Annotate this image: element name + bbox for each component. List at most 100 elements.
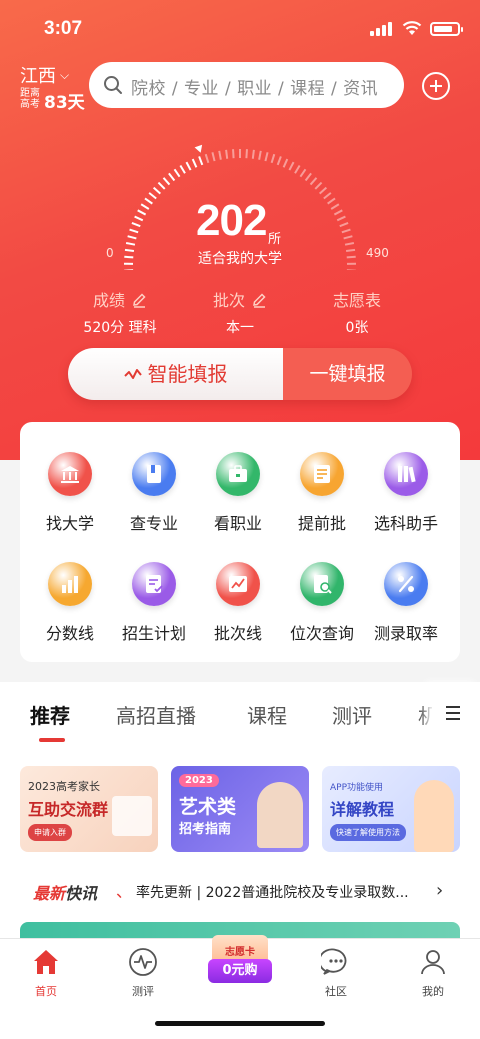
nav-community[interactable]: 社区 <box>296 947 376 999</box>
news-text: 率先更新 | 2022普通批院校及专业录取数... <box>136 885 409 901</box>
grid-icon-circle <box>216 562 260 606</box>
books-icon <box>398 466 416 483</box>
add-button[interactable] <box>422 72 450 100</box>
news-ticker[interactable]: 最新快讯 、 率先更新 | 2022普通批院校及专业录取数... › <box>0 876 480 906</box>
tab-live[interactable]: 高招直播 <box>116 700 196 729</box>
gauge-tick <box>276 156 282 166</box>
gauge-tick <box>148 192 157 200</box>
promo-zero-buy[interactable]: 志愿卡 0元购 <box>208 929 272 989</box>
grid-icon-circle <box>48 562 92 606</box>
grid-item-books[interactable]: 选科助手 <box>362 424 450 534</box>
gauge-tick <box>225 149 229 159</box>
gauge-tick <box>309 177 318 186</box>
zigzag-icon <box>123 369 142 379</box>
grid-item-rank-search[interactable]: 位次查询 <box>278 534 366 644</box>
gauge-tick <box>341 228 351 234</box>
wifi-icon <box>402 21 422 35</box>
nav-community-label: 社区 <box>325 985 347 998</box>
grid-icon-circle <box>48 452 92 496</box>
gauge-tick <box>211 152 216 162</box>
news-tag: 最新快讯 <box>33 880 97 904</box>
grid-icon-circle <box>216 452 260 496</box>
countdown-days: 83天 <box>44 93 85 113</box>
fill-actions: 智能填报 一键填报 <box>68 348 412 400</box>
stat-score[interactable]: 成绩 520分 理科 <box>50 287 190 337</box>
grid-item-plan[interactable]: 招生计划 <box>110 534 198 644</box>
chevron-right-icon[interactable]: › <box>436 880 443 901</box>
gauge-tick <box>137 209 147 216</box>
grid-item-label: 分数线 <box>45 624 94 643</box>
grid-icon-circle <box>132 562 176 606</box>
gauge-tick <box>270 153 276 164</box>
one-click-fill-button[interactable]: 一键填报 <box>283 348 412 400</box>
gauge-tick <box>294 164 301 174</box>
match-caption: 适合我的大学 <box>198 251 282 267</box>
banner-tutorial[interactable]: APP功能使用 详解教程 快速了解使用方法 <box>322 766 460 852</box>
tab-assess[interactable]: 测评 <box>332 700 372 729</box>
bar-chart-icon <box>62 576 78 593</box>
nav-mine[interactable]: 我的 <box>393 947 473 999</box>
search-input[interactable]: 院校 / 专业 / 职业 / 课程 / 资讯 <box>89 62 404 108</box>
grid-item-percent[interactable]: 测录取率 <box>362 534 450 644</box>
nav-home-label: 首页 <box>35 985 57 998</box>
rank-search-icon <box>314 575 332 594</box>
banner-parent-group[interactable]: 2023高考家长 互助交流群 申请入群 <box>20 766 158 852</box>
grid-item-university[interactable]: 找大学 <box>26 424 114 534</box>
grid-item-briefcase[interactable]: 看职业 <box>194 424 282 534</box>
grid-item-bar-chart[interactable]: 分数线 <box>26 534 114 644</box>
promo-card-label: 志愿卡 <box>225 947 255 958</box>
grid-icon-circle <box>300 562 344 606</box>
banner-button: 快速了解使用方法 <box>330 824 406 841</box>
signal-icon <box>370 22 392 36</box>
grid-icon-circle <box>384 452 428 496</box>
nav-assess[interactable]: 测评 <box>103 947 183 999</box>
gauge-tick <box>319 186 328 195</box>
region-selector[interactable]: 江西 ⌵ 距离 高考 83天 <box>20 62 85 113</box>
gauge-tick <box>330 203 340 210</box>
gauge-tick <box>336 215 346 222</box>
grid-icon-circle <box>300 452 344 496</box>
person-illustration <box>414 780 454 852</box>
tab-course[interactable]: 课程 <box>247 700 287 729</box>
match-count: 202 <box>196 196 267 245</box>
banner-text: APP功能使用 <box>330 783 384 793</box>
stat-score-value: 520分 理科 <box>83 320 157 336</box>
nav-home[interactable]: 首页 <box>6 947 86 999</box>
gauge-tick <box>125 242 136 246</box>
exam-countdown: 距离 高考 83天 <box>20 88 100 113</box>
nav-mine-label: 我的 <box>422 985 444 998</box>
stat-volunteer-form[interactable]: 志愿表 0张 <box>287 287 427 337</box>
gauge-tick <box>251 149 255 159</box>
pulse-icon <box>129 948 157 976</box>
menu-icon[interactable] <box>432 682 480 742</box>
gauge-tick <box>343 235 353 240</box>
smart-fill-button[interactable]: 智能填报 <box>68 348 283 400</box>
gauge-tick <box>204 153 210 164</box>
grid-item-checklist[interactable]: 提前批 <box>278 424 366 534</box>
tab-recommend[interactable]: 推荐 <box>30 700 70 729</box>
gauge-tick <box>282 158 289 168</box>
news-separator: 、 <box>116 882 133 901</box>
home-indicator <box>155 1021 325 1026</box>
banner-art-guide[interactable]: 2023 艺术类 招考指南 <box>171 766 309 852</box>
banner-title: 详解教程 <box>330 800 395 819</box>
gauge-tick <box>129 228 139 234</box>
banner-subtitle: 招考指南 <box>179 822 232 837</box>
grid-item-book[interactable]: 查专业 <box>110 424 198 534</box>
gauge-tick <box>288 161 295 171</box>
gauge-pointer <box>194 144 203 153</box>
banner-badge: 2023 <box>179 774 219 787</box>
gauge-tick <box>304 172 312 182</box>
region-name: 江西 <box>20 66 56 86</box>
promo-label: 0元购 <box>208 959 272 983</box>
gauge-tick <box>299 168 307 178</box>
grid-item-line-chart[interactable]: 批次线 <box>194 534 282 644</box>
person-illustration <box>257 782 303 848</box>
plan-icon <box>146 575 163 593</box>
match-unit: 所 <box>268 232 282 247</box>
grid-item-label: 选科助手 <box>373 514 438 533</box>
gauge-tick <box>344 242 355 246</box>
gauge-tick <box>258 150 262 160</box>
user-icon <box>421 950 445 975</box>
percent-icon <box>398 575 414 593</box>
